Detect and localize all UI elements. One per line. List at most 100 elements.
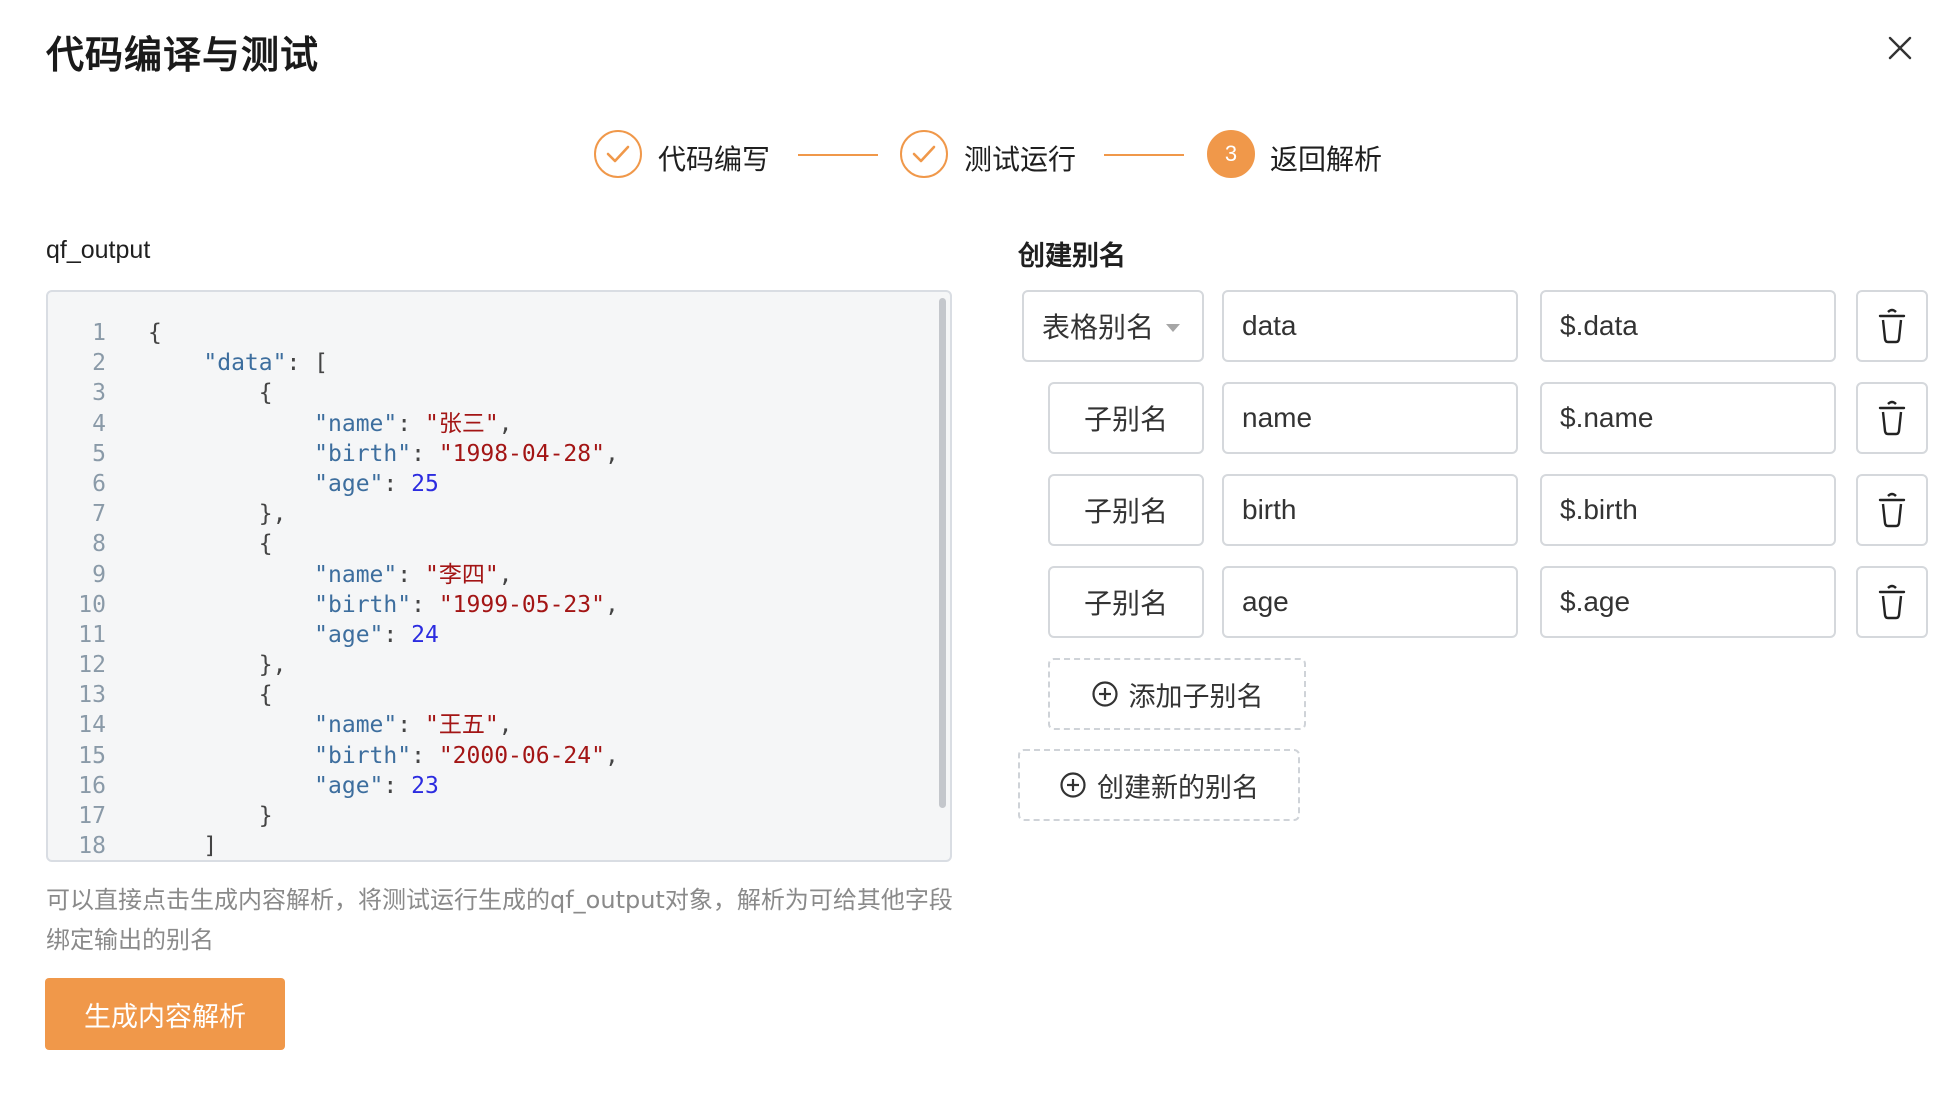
alias-section-title: 创建别名 <box>1018 241 1126 272</box>
code-scrollbar[interactable] <box>939 298 946 808</box>
code-token: , <box>498 712 513 739</box>
code-token: : <box>411 591 439 618</box>
code-text: { <box>148 529 273 559</box>
step-1-check-icon <box>594 130 642 178</box>
line-number: 7 <box>92 501 106 528</box>
code-token: "birth" <box>314 440 412 467</box>
code-token: : <box>411 742 439 769</box>
delete-sub-alias-button[interactable] <box>1856 474 1928 546</box>
line-number: 3 <box>92 380 106 407</box>
plus-circle-icon <box>1091 681 1118 707</box>
code-token: : <box>411 440 439 467</box>
code-token: "data" <box>203 350 287 377</box>
generate-parse-button[interactable]: 生成内容解析 <box>45 978 285 1050</box>
line-number: 10 <box>78 591 106 618</box>
line-number: 15 <box>78 742 106 769</box>
code-text: "name": "张三", <box>148 409 512 439</box>
code-token: : [ <box>286 350 329 377</box>
code-text: } <box>148 801 273 831</box>
code-text: "birth": "1999-05-23", <box>148 590 619 620</box>
step-connector <box>1104 154 1184 156</box>
code-text: "birth": "1998-04-28", <box>148 439 619 469</box>
code-token: "1999-05-23" <box>438 591 605 618</box>
code-text: { <box>148 378 273 408</box>
code-text: "data": [ <box>148 348 328 378</box>
alias-type-select[interactable]: 表格别名 <box>1022 290 1204 362</box>
code-token: "name" <box>314 561 398 588</box>
code-token: { <box>148 682 273 709</box>
add-sub-alias-button[interactable]: 添加子别名 <box>1048 658 1306 730</box>
close-button[interactable] <box>1880 28 1920 68</box>
code-token: 25 <box>411 470 439 497</box>
line-number: 12 <box>78 652 106 679</box>
line-number: 16 <box>78 772 106 799</box>
code-token: "birth" <box>314 742 412 769</box>
code-text: "age": 24 <box>148 620 439 650</box>
sub-alias-name-input[interactable]: birth <box>1222 474 1518 546</box>
sub-alias-path-input[interactable]: $.birth <box>1540 474 1836 546</box>
code-token: "name" <box>314 712 398 739</box>
code-token: "李四" <box>424 561 499 588</box>
code-text: { <box>148 680 273 710</box>
step-3-label: 返回解析 <box>1270 143 1383 176</box>
sub-alias-name-input[interactable]: age <box>1222 566 1518 638</box>
sub-alias-path-input[interactable]: $.age <box>1540 566 1836 638</box>
delete-alias-button[interactable] <box>1856 290 1928 362</box>
line-number: 9 <box>92 561 106 588</box>
create-alias-label: 创建新的别名 <box>1097 772 1259 804</box>
code-token: "name" <box>314 410 398 437</box>
line-number: 14 <box>78 712 106 739</box>
code-token: , <box>604 591 619 618</box>
line-number: 8 <box>92 531 106 558</box>
sub-alias-path-input[interactable]: $.name <box>1540 382 1836 454</box>
code-token: : <box>397 712 425 739</box>
code-token: { <box>148 380 273 407</box>
create-alias-button[interactable]: 创建新的别名 <box>1018 749 1300 821</box>
code-token: 24 <box>411 621 439 648</box>
sub-alias-name-input[interactable]: name <box>1222 382 1518 454</box>
alias-path-input[interactable]: $.data <box>1540 290 1836 362</box>
line-number: 17 <box>78 803 106 829</box>
chevron-down-icon <box>1166 324 1180 332</box>
line-number: 13 <box>78 682 106 709</box>
alias-name-input[interactable]: data <box>1222 290 1518 362</box>
code-text: }, <box>148 499 287 529</box>
line-number: 11 <box>78 621 106 648</box>
code-text: "age": 23 <box>148 771 439 801</box>
step-connector <box>798 154 878 156</box>
code-editor-label: qf_output <box>46 236 151 264</box>
code-token: "birth" <box>314 591 412 618</box>
code-token: , <box>604 742 619 769</box>
code-token: "age" <box>314 621 384 648</box>
code-token: "2000-06-24" <box>438 742 605 769</box>
code-token: }, <box>148 501 287 528</box>
alias-type-label: 表格别名 <box>1042 311 1155 344</box>
line-number: 1 <box>92 320 106 346</box>
code-token: "age" <box>314 772 384 799</box>
code-token: : <box>397 410 425 437</box>
line-number: 4 <box>92 410 106 437</box>
code-token: 23 <box>411 772 439 799</box>
line-number: 6 <box>92 470 106 497</box>
code-text: { <box>148 318 162 348</box>
trash-icon <box>1878 492 1906 528</box>
hint-text: 可以直接点击生成内容解析，将测试运行生成的qf_output对象，解析为可给其他… <box>46 886 953 954</box>
line-number: 5 <box>92 440 106 467</box>
sub-alias-label: 子别名 <box>1048 474 1204 546</box>
code-text: "name": "王五", <box>148 710 513 740</box>
code-text: ] <box>148 831 217 860</box>
delete-sub-alias-button[interactable] <box>1856 382 1928 454</box>
sub-alias-label: 子别名 <box>1048 566 1204 638</box>
add-sub-alias-label: 添加子别名 <box>1128 681 1264 713</box>
code-editor[interactable]: 1 {2 "data": [3 {4 "name": "张三", 5 "birth"… <box>46 290 952 862</box>
code-text: "birth": "2000-06-24", <box>148 741 619 771</box>
code-token: "1998-04-28" <box>438 440 605 467</box>
step-2-check-icon <box>900 130 948 178</box>
delete-sub-alias-button[interactable] <box>1856 566 1928 638</box>
